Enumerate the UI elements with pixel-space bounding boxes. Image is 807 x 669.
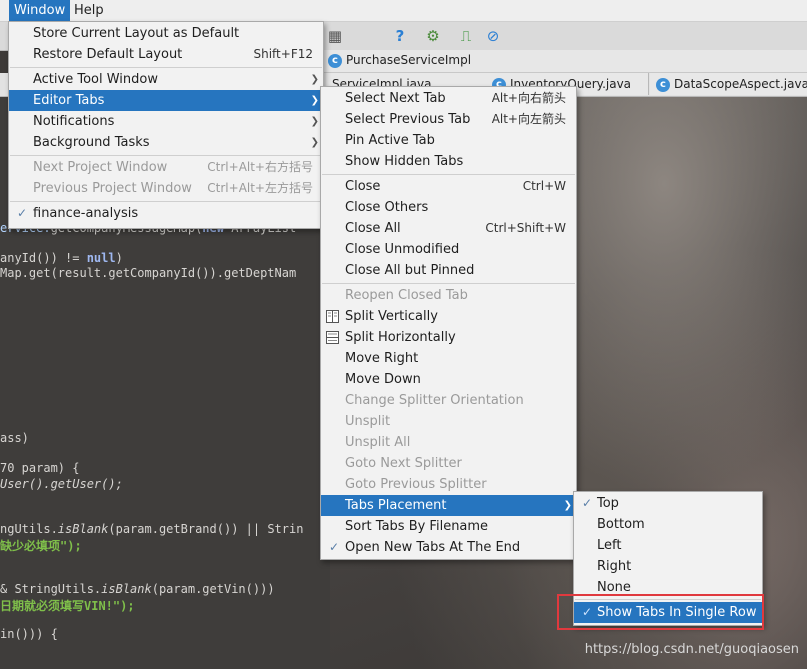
menu-item-goto-next-splitter[interactable]: Goto Next Splitter: [321, 453, 576, 474]
menu-item-select-previous-tab[interactable]: Select Previous Tab Alt+向左箭头: [321, 109, 576, 130]
menu-separator: [10, 155, 322, 156]
menu-separator: [322, 174, 575, 175]
menu-item-reopen-closed-tab[interactable]: Reopen Closed Tab: [321, 285, 576, 306]
chevron-right-icon: ❯: [310, 95, 319, 106]
editor-tabs-menu: Select Next Tab Alt+向右箭头 Select Previous …: [320, 86, 577, 560]
code-line: 缺少必填项");: [0, 539, 82, 553]
plugin-icon[interactable]: ⚙: [423, 26, 443, 46]
menu-item-show-hidden-tabs[interactable]: Show Hidden Tabs: [321, 151, 576, 172]
menu-item-background-tasks[interactable]: Background Tasks ❯: [9, 132, 323, 153]
chevron-right-icon: ❯: [310, 116, 319, 127]
menu-item-unsplit[interactable]: Unsplit: [321, 411, 576, 432]
menu-item-tabs-placement[interactable]: Tabs Placement ❯: [321, 495, 576, 516]
breadcrumb-item[interactable]: c PurchaseServiceImpl: [328, 53, 471, 68]
code-line: 日期就必须填写VIN!");: [0, 599, 135, 613]
menu-item-split-horizontally[interactable]: Split Horizontally: [321, 327, 576, 348]
no-entry-icon[interactable]: ⊘: [483, 26, 503, 46]
help-icon[interactable]: ?: [390, 26, 410, 46]
menu-item-close-unmodified[interactable]: Close Unmodified: [321, 239, 576, 260]
menu-item-pin-active-tab[interactable]: Pin Active Tab: [321, 130, 576, 151]
menu-help[interactable]: Help: [69, 0, 109, 21]
window-menu: Store Current Layout as Default Restore …: [8, 21, 324, 229]
code-line: Map.get(result.getCompanyId()).getDeptNa…: [0, 266, 297, 280]
menu-item-previous-project-window[interactable]: Previous Project Window Ctrl+Alt+左方括号: [9, 178, 323, 199]
menu-item-move-right[interactable]: Move Right: [321, 348, 576, 369]
editor-tab[interactable]: c DataScopeAspect.java: [650, 73, 807, 95]
menu-separator: [10, 67, 322, 68]
menu-item-close-all-but-pinned[interactable]: Close All but Pinned: [321, 260, 576, 281]
class-icon: c: [328, 53, 342, 68]
menu-item-open-new-tabs-at-end[interactable]: ✓ Open New Tabs At The End: [321, 537, 576, 558]
code-line: 70 param) {: [0, 461, 80, 475]
code-line: ngUtils.isBlank(param.getBrand()) || Str…: [0, 522, 304, 536]
menu-item-editor-tabs[interactable]: Editor Tabs ❯: [9, 90, 323, 111]
chevron-right-icon: ❯: [310, 74, 319, 85]
menu-item-close-others[interactable]: Close Others: [321, 197, 576, 218]
watermark: https://blog.csdn.net/guoqiaosen: [584, 642, 799, 657]
annotation-highlight-box: [557, 594, 764, 630]
code-line: in())) {: [0, 627, 58, 641]
class-icon: c: [656, 77, 670, 92]
menu-item-placement-bottom[interactable]: Bottom: [574, 514, 762, 535]
menu-item-move-down[interactable]: Move Down: [321, 369, 576, 390]
menu-item-split-vertically[interactable]: Split Vertically: [321, 306, 576, 327]
menu-item-placement-right[interactable]: Right: [574, 556, 762, 577]
menu-item-goto-previous-splitter[interactable]: Goto Previous Splitter: [321, 474, 576, 495]
breadcrumb: c PurchaseServiceImpl: [320, 50, 807, 73]
menu-separator: [10, 201, 322, 202]
structure-icon[interactable]: ▦: [325, 26, 345, 46]
menu-item-project-finance-analysis[interactable]: ✓ finance-analysis: [9, 203, 323, 224]
menu-item-active-tool-window[interactable]: Active Tool Window ❯: [9, 69, 323, 90]
menu-item-store-layout[interactable]: Store Current Layout as Default: [9, 23, 323, 44]
check-icon: ✓: [17, 206, 28, 220]
menu-separator: [322, 283, 575, 284]
split-horizontal-icon: [326, 331, 339, 344]
code-line: User().getUser();: [0, 477, 123, 491]
code-line: ass): [0, 431, 29, 445]
chevron-right-icon: ❯: [310, 137, 319, 148]
menu-item-restore-layout[interactable]: Restore Default Layout Shift+F12: [9, 44, 323, 65]
check-icon: ✓: [329, 540, 340, 554]
check-icon: ✓: [582, 496, 593, 510]
activity-monitor-icon[interactable]: ⎍: [456, 26, 476, 46]
menu-item-notifications[interactable]: Notifications ❯: [9, 111, 323, 132]
menu-window[interactable]: Window: [9, 0, 71, 21]
split-vertical-icon: [326, 310, 339, 323]
menu-item-unsplit-all[interactable]: Unsplit All: [321, 432, 576, 453]
menu-bar: Window Help: [0, 0, 807, 22]
code-line: anyId()) != null): [0, 251, 123, 265]
menu-item-close[interactable]: Close Ctrl+W: [321, 176, 576, 197]
menu-item-placement-top[interactable]: ✓ Top: [574, 493, 762, 514]
menu-item-sort-tabs-by-filename[interactable]: Sort Tabs By Filename: [321, 516, 576, 537]
code-line: & StringUtils.isBlank(param.getVin())): [0, 582, 275, 596]
menu-item-select-next-tab[interactable]: Select Next Tab Alt+向右箭头: [321, 88, 576, 109]
menu-item-placement-left[interactable]: Left: [574, 535, 762, 556]
menu-item-close-all[interactable]: Close All Ctrl+Shift+W: [321, 218, 576, 239]
chevron-right-icon: ❯: [563, 500, 572, 511]
menu-item-next-project-window[interactable]: Next Project Window Ctrl+Alt+右方括号: [9, 157, 323, 178]
menu-item-change-splitter-orientation[interactable]: Change Splitter Orientation: [321, 390, 576, 411]
